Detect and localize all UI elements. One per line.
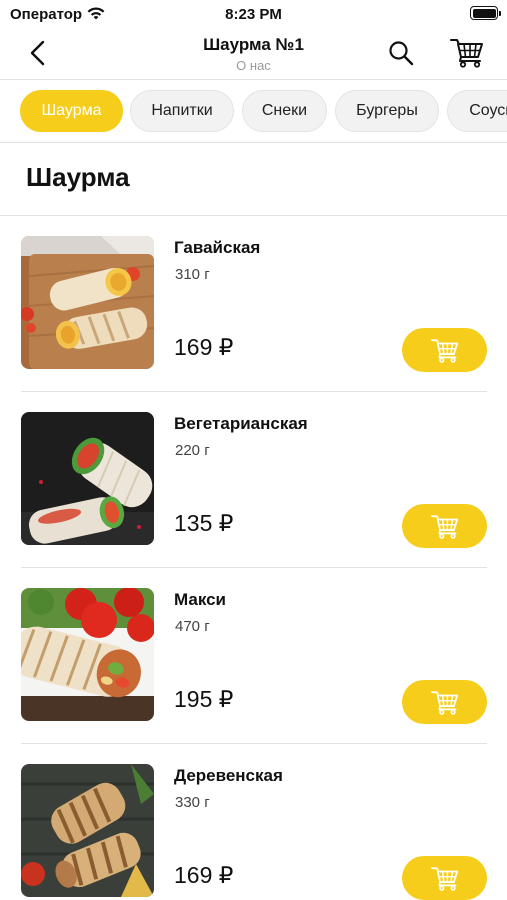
cart-icon bbox=[430, 867, 458, 891]
cart-icon bbox=[430, 515, 458, 539]
product-row: Деревенская 330 г 169 ₽ bbox=[0, 744, 507, 900]
tab-sauces[interactable]: Соусы bbox=[447, 90, 507, 132]
product-image bbox=[21, 588, 154, 721]
product-name: Гавайская bbox=[174, 238, 261, 257]
product-row: Макси 470 г 195 ₽ bbox=[0, 568, 507, 744]
category-tabs: Шаурма Напитки Снеки Бургеры Соусы bbox=[0, 88, 507, 136]
product-price: 169 ₽ bbox=[174, 862, 234, 888]
product-row: Вегетарианская 220 г 135 ₽ bbox=[0, 392, 507, 568]
cart-icon bbox=[430, 691, 458, 715]
product-name: Деревенская bbox=[174, 766, 283, 785]
product-image bbox=[21, 412, 154, 545]
search-icon[interactable] bbox=[386, 38, 416, 68]
tab-burgers[interactable]: Бургеры bbox=[335, 90, 439, 132]
add-to-cart-button[interactable] bbox=[402, 856, 487, 900]
product-price: 195 ₽ bbox=[174, 686, 234, 712]
battery-icon bbox=[470, 6, 501, 20]
page-title: Шаурма №1 bbox=[203, 35, 304, 54]
clock: 8:23 PM bbox=[225, 6, 282, 23]
tab-drinks[interactable]: Напитки bbox=[130, 90, 234, 132]
cart-icon[interactable] bbox=[450, 36, 484, 68]
divider bbox=[0, 142, 507, 143]
tab-snacks[interactable]: Снеки bbox=[242, 90, 327, 132]
product-image bbox=[21, 236, 154, 369]
add-to-cart-button[interactable] bbox=[402, 680, 487, 724]
product-weight: 330 г bbox=[175, 794, 210, 811]
product-weight: 220 г bbox=[175, 442, 210, 459]
add-to-cart-button[interactable] bbox=[402, 504, 487, 548]
section-title: Шаурма bbox=[26, 162, 130, 192]
cart-icon bbox=[430, 339, 458, 363]
product-name: Макси bbox=[174, 590, 227, 609]
tab-shawarma[interactable]: Шаурма bbox=[20, 90, 123, 132]
product-row: Гавайская 310 г 169 ₽ bbox=[0, 216, 507, 392]
nav-bar: Шаурма №1 О нас bbox=[0, 28, 507, 80]
product-price: 135 ₽ bbox=[174, 510, 234, 536]
about-link[interactable]: О нас bbox=[0, 58, 507, 73]
product-image bbox=[21, 764, 154, 897]
product-weight: 310 г bbox=[175, 266, 210, 283]
product-weight: 470 г bbox=[175, 618, 210, 635]
product-price: 169 ₽ bbox=[174, 334, 234, 360]
status-bar: Оператор 8:23 PM bbox=[0, 0, 507, 28]
add-to-cart-button[interactable] bbox=[402, 328, 487, 372]
product-name: Вегетарианская bbox=[174, 414, 308, 433]
